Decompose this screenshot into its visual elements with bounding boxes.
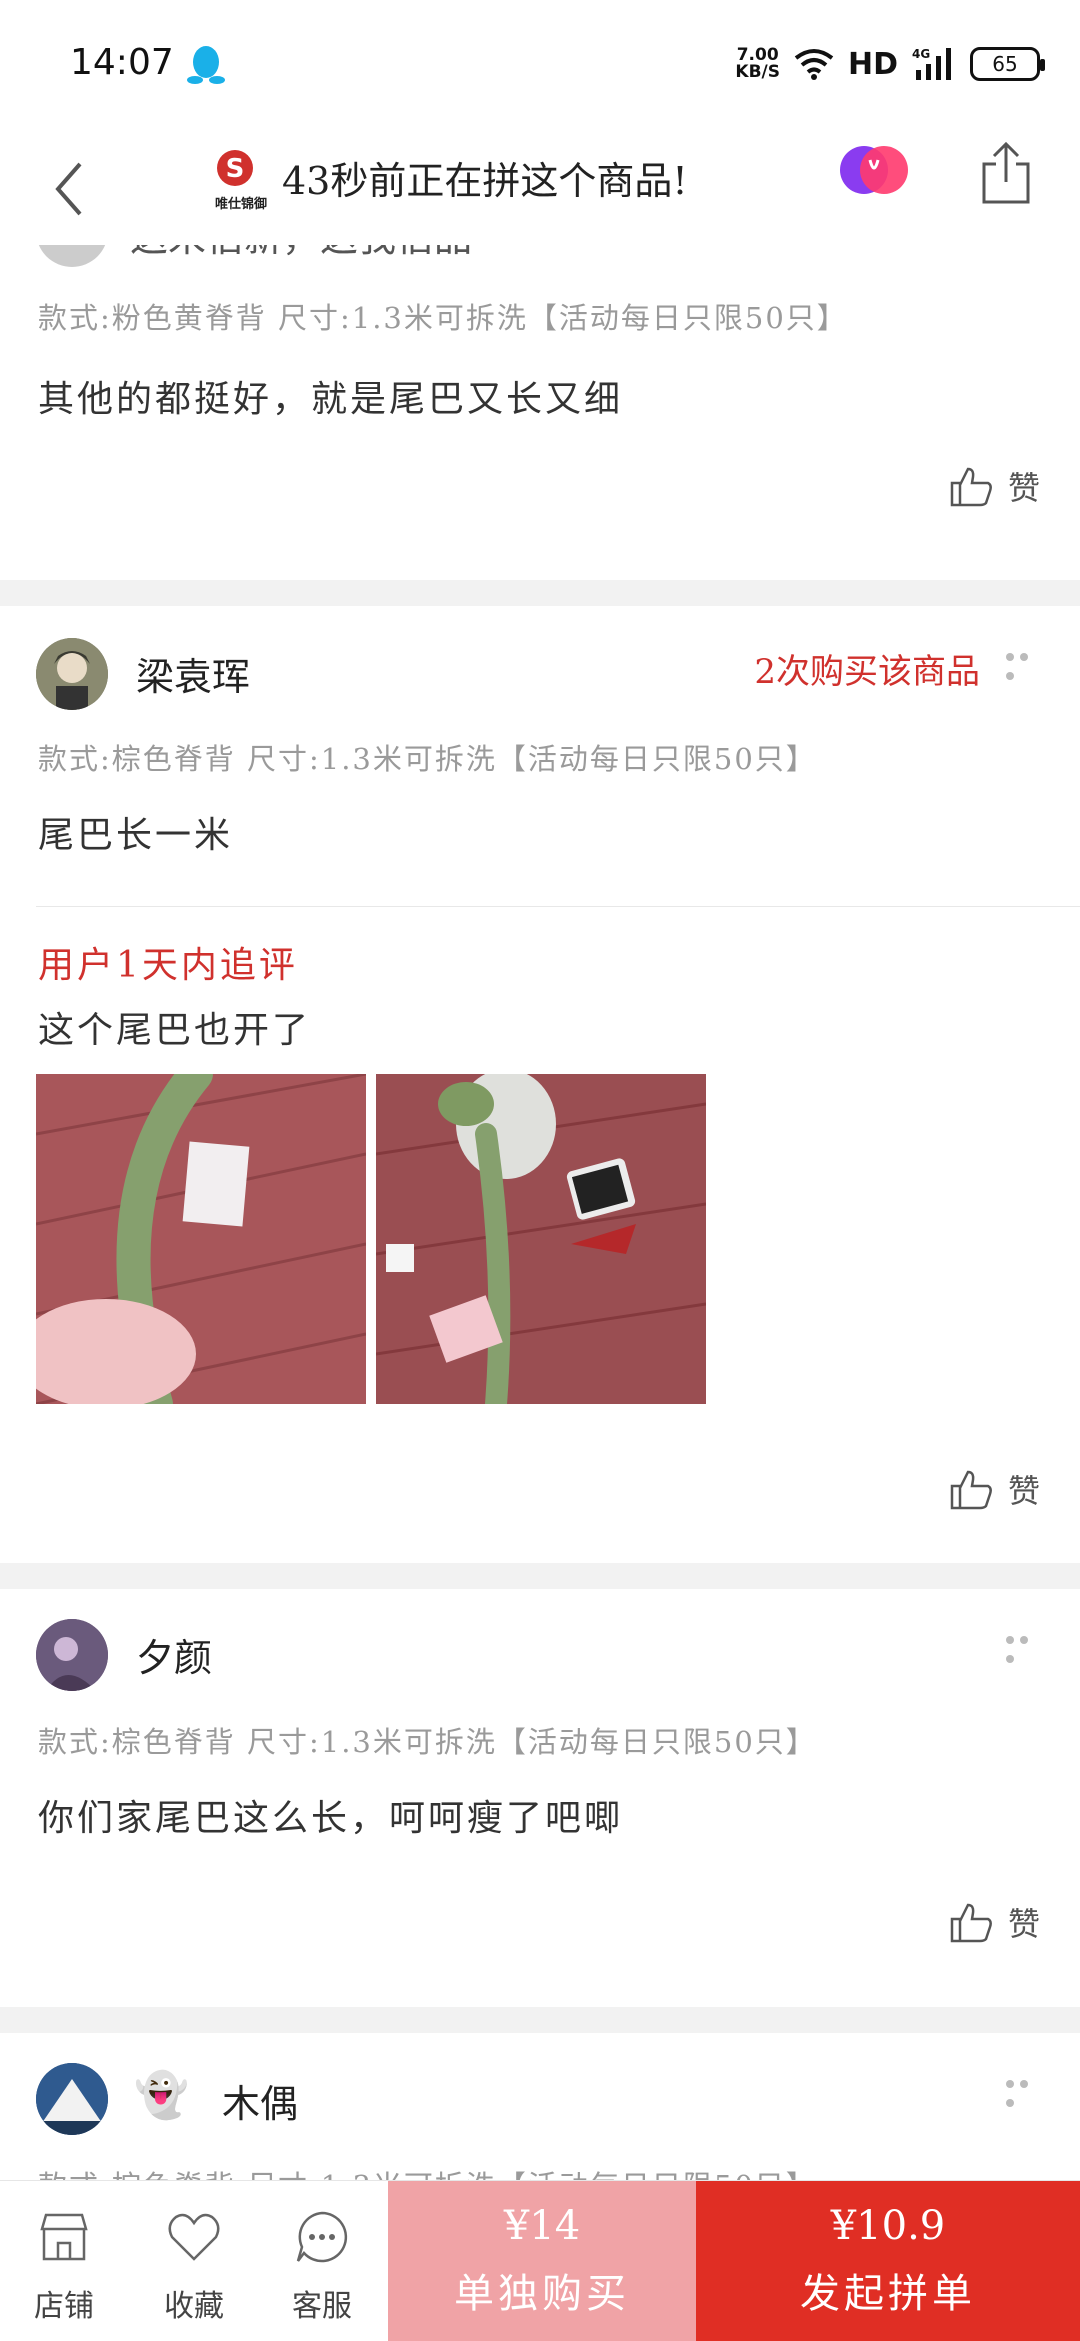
single-label: 单独购买 [454, 2271, 630, 2317]
bottom-action-bar: 店铺 收藏 客服 ¥14 单独购买 ¥10.9 发起拼单 [0, 2180, 1080, 2341]
username: 木偶 [222, 2082, 299, 2126]
svg-text:S: S [226, 154, 245, 184]
buy-alone-button[interactable]: ¥14 单独购买 [388, 2181, 696, 2341]
battery-icon: 65 [970, 47, 1045, 81]
review-card: 夕颜 款式:棕色脊背 尺寸:1.3米可拆洗【活动每日只限50只】 你们家尾巴这么… [0, 1589, 1080, 2007]
review-card: 这宋宿新，这我宿品 款式:粉色黄脊背 尺寸:1.3米可拆洗【活动每日只限50只】… [0, 245, 1080, 580]
thumbs-up-icon [950, 1470, 992, 1510]
group-price: ¥10.9 [830, 2203, 946, 2249]
thumbs-up-icon [950, 467, 992, 507]
spec-text: 款式:棕色脊背 尺寸:1.3米可拆洗【活动每日只限50只】 [38, 1725, 817, 1759]
store-button[interactable]: 店铺 [4, 2181, 124, 2341]
favorite-button[interactable]: 收藏 [134, 2181, 254, 2341]
username: 这宋宿新，这我宿品 [130, 245, 472, 262]
spec-text: 款式:粉色黄脊背 尺寸:1.3米可拆洗【活动每日只限50只】 [38, 301, 848, 335]
store-label: 店铺 [34, 2289, 94, 2324]
username: 夕颜 [136, 1636, 213, 1680]
group-label: 发起拼单 [800, 2271, 976, 2317]
shop-logo-text: 唯仕锦御 [215, 196, 267, 212]
like-label: 赞 [1007, 1905, 1040, 1943]
service-label: 客服 [292, 2289, 352, 2324]
avatar [36, 638, 108, 710]
divider [36, 906, 1080, 907]
start-group-buy-button[interactable]: ¥10.9 发起拼单 [696, 2181, 1080, 2341]
review-feed[interactable]: 这宋宿新，这我宿品 款式:粉色黄脊背 尺寸:1.3米可拆洗【活动每日只限50只】… [0, 245, 1080, 2180]
shop-logo-icon: S 唯仕锦御 [215, 150, 267, 212]
review-card: 👻 木偶 款式:棕色脊背 尺寸:1.3米可拆洗【活动每日只限50只】 [0, 2033, 1080, 2180]
like-label: 赞 [1007, 469, 1040, 507]
review-photo[interactable] [36, 1074, 366, 1404]
network-speed: 7.00 KB/S [735, 47, 780, 81]
back-arrow-icon[interactable] [44, 144, 94, 234]
chat-icon [296, 2211, 348, 2263]
more-options-icon[interactable] [1006, 1629, 1046, 1663]
network-type: 4G [912, 47, 930, 61]
like-button[interactable]: 赞 [948, 463, 1040, 509]
user-badge-icon: 👻 [134, 2070, 189, 2121]
spec-text: 款式:棕色脊背 尺寸:1.3米可拆洗【活动每日只限50只】 [38, 2163, 817, 2180]
separator [0, 2007, 1080, 2033]
like-button[interactable]: 赞 [948, 1899, 1040, 1945]
follow-up-label: 用户1天内追评 [38, 945, 298, 986]
favorite-label: 收藏 [164, 2289, 224, 2324]
review-photo[interactable] [376, 1074, 706, 1404]
pinduoduo-icon[interactable] [836, 142, 912, 198]
avatar [36, 245, 108, 267]
wifi-icon [794, 49, 834, 80]
page-title: 43秒前正在拼这个商品! [282, 159, 688, 203]
follow-up-comment: 这个尾巴也开了 [38, 1010, 312, 1051]
review-comment: 其他的都挺好，就是尾巴又长又细 [38, 379, 624, 420]
spec-text: 款式:棕色脊背 尺寸:1.3米可拆洗【活动每日只限50只】 [38, 742, 817, 776]
status-indicators: 7.00 KB/S HD 4G 65 [735, 42, 1045, 86]
single-price: ¥14 [503, 2203, 581, 2249]
qq-icon [187, 46, 225, 84]
customer-service-button[interactable]: 客服 [262, 2181, 382, 2341]
speed-unit: KB/S [735, 62, 780, 82]
share-icon[interactable] [978, 140, 1034, 206]
store-icon [40, 2213, 88, 2261]
like-label: 赞 [1007, 1472, 1040, 1510]
nav-bar: S 唯仕锦御 43秒前正在拼这个商品! [0, 130, 1080, 246]
like-button[interactable]: 赞 [948, 1466, 1040, 1512]
avatar [36, 2063, 108, 2135]
separator [0, 1563, 1080, 1589]
thumbs-up-icon [950, 1903, 992, 1943]
more-options-icon[interactable] [1006, 2073, 1046, 2107]
more-options-icon[interactable] [1006, 646, 1046, 680]
repurchase-badge: 2次购买该商品 [754, 652, 980, 692]
signal-icon: 4G [912, 47, 951, 80]
status-bar: 14:07 7.00 KB/S HD 4G 65 [0, 0, 1080, 130]
review-comment: 你们家尾巴这么长，呵呵瘦了吧唧 [38, 1798, 624, 1839]
hd-indicator: HD [847, 46, 898, 82]
heart-icon [168, 2213, 220, 2261]
avatar [36, 1619, 108, 1691]
status-time: 14:07 [70, 42, 174, 83]
review-comment: 尾巴长一米 [38, 815, 234, 856]
separator [0, 580, 1080, 606]
username: 梁袁珲 [136, 655, 251, 699]
